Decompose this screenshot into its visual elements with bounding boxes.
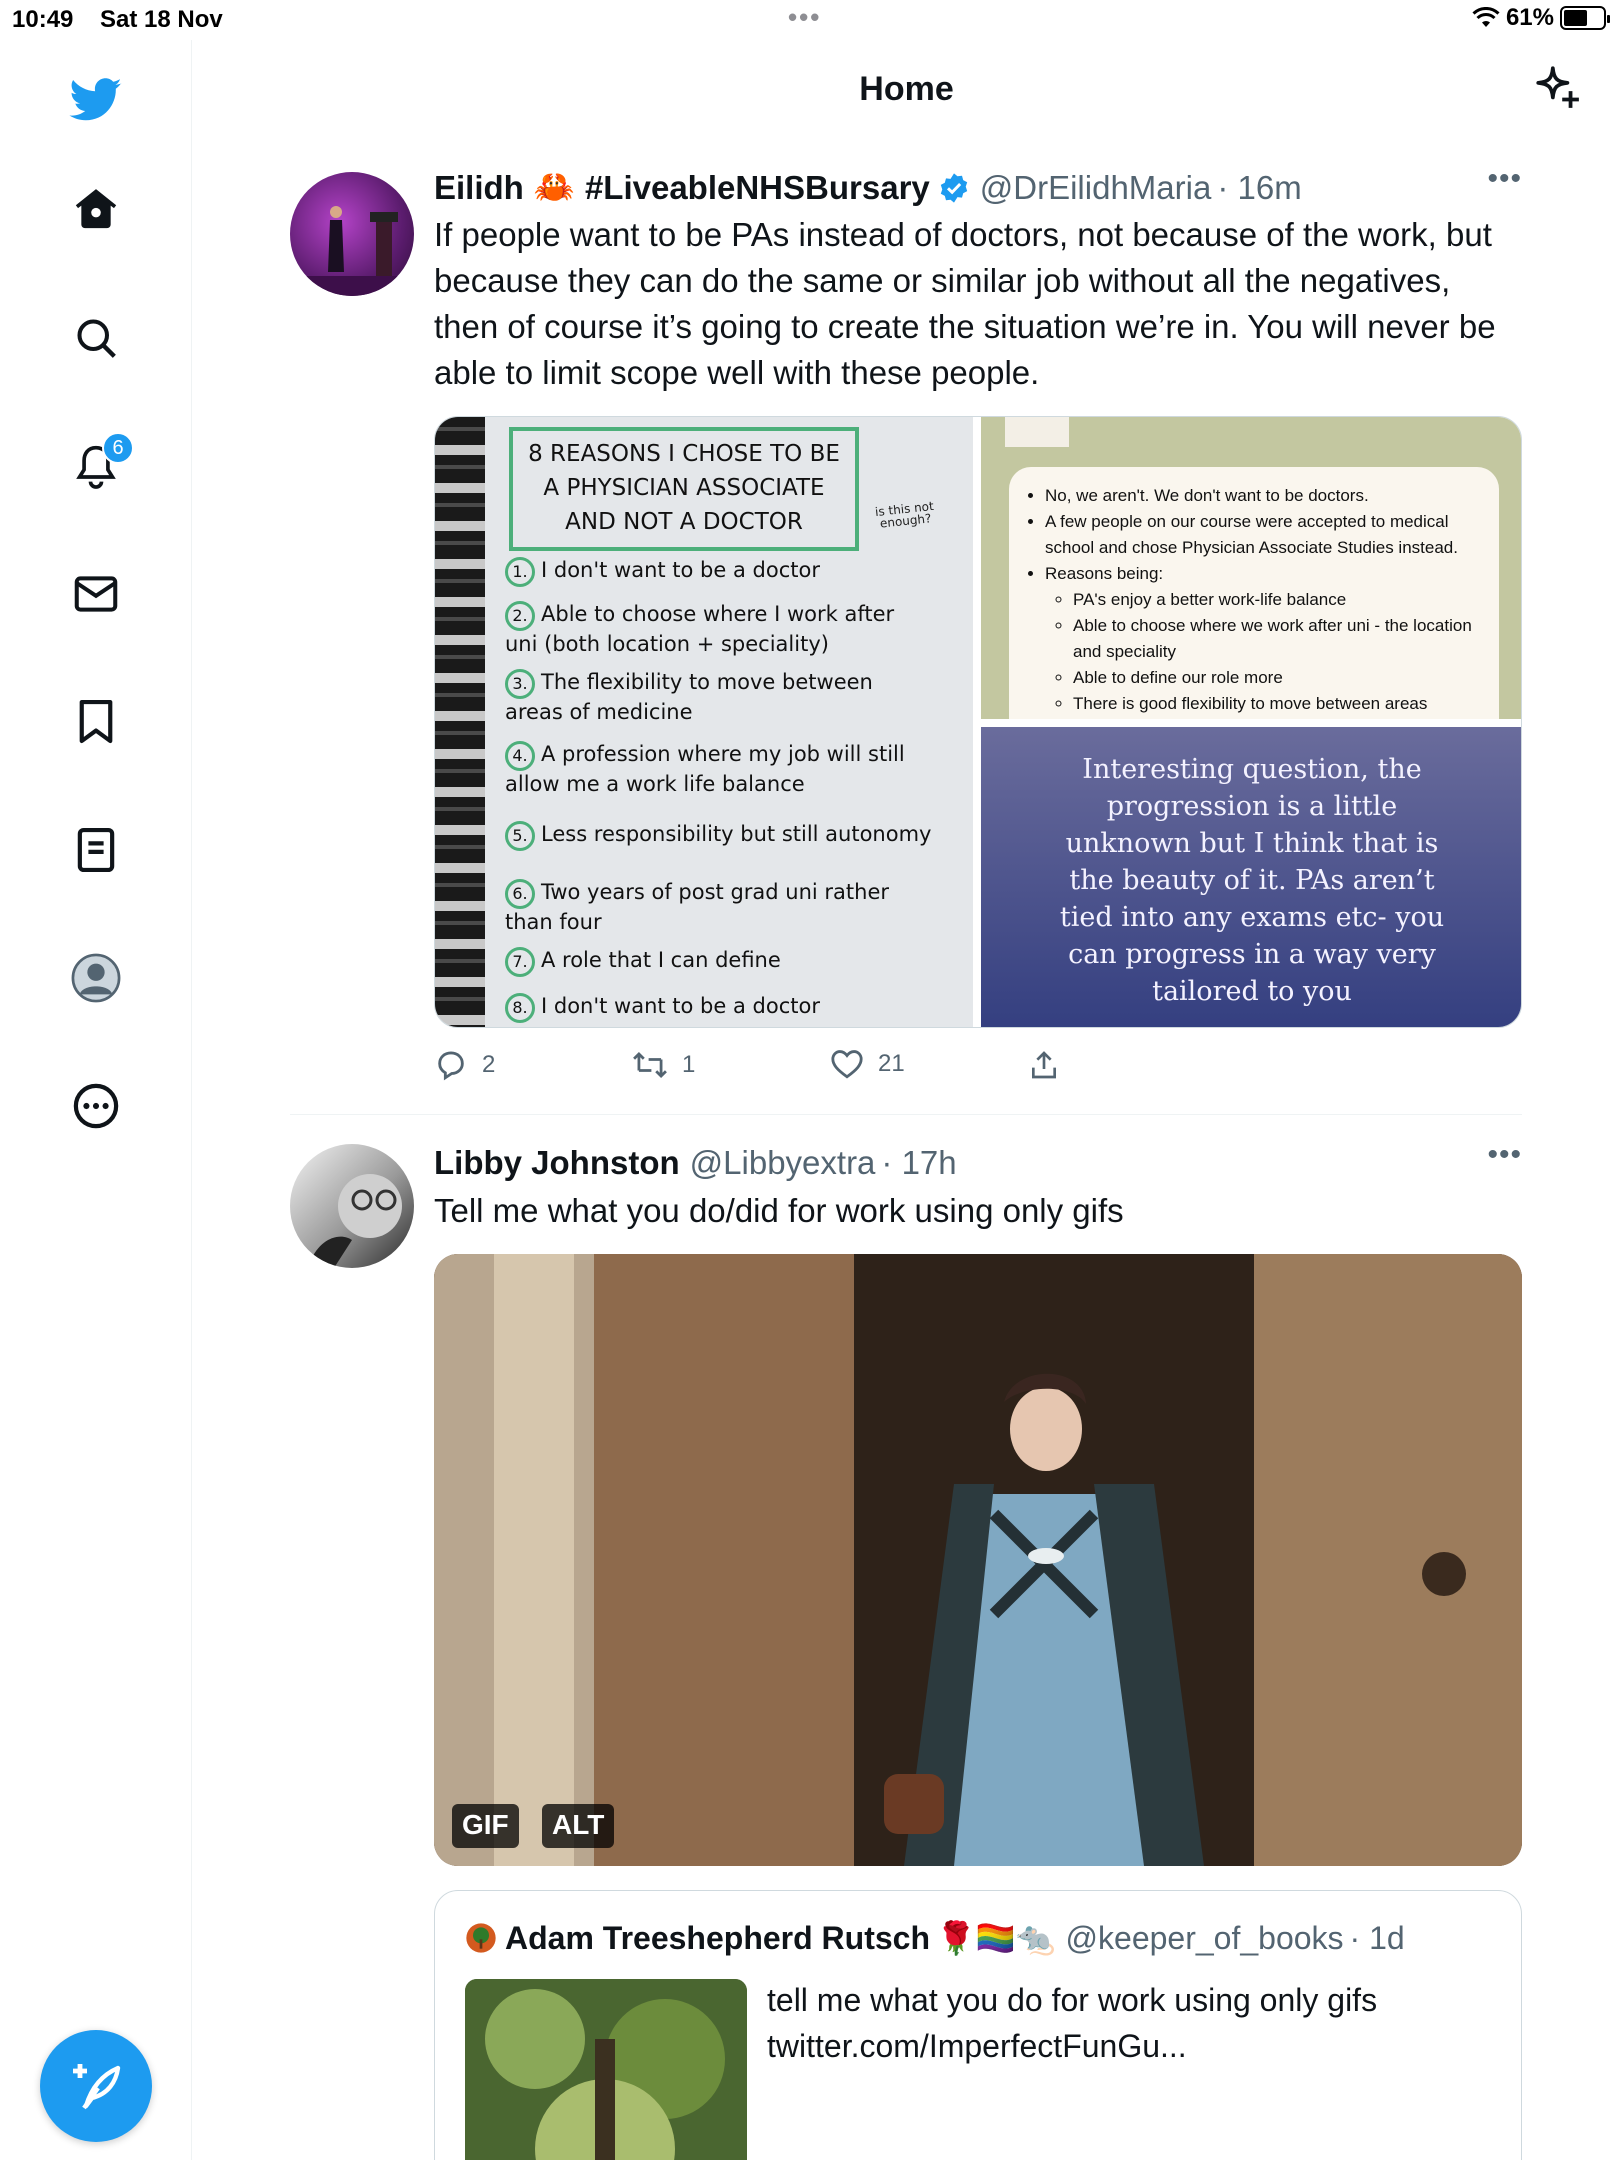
tweet-media-grid[interactable]: 8 REASONS I CHOSE TO BE A PHYSICIAN ASSO… — [434, 416, 1522, 1028]
notifications-bell-icon[interactable]: 6 — [66, 432, 134, 496]
tweet-header: Libby Johnston @Libbyextra · 17h — [434, 1144, 957, 1182]
quote-image[interactable]: Interesting question, the progression is… — [981, 727, 1521, 1027]
quoted-tweet-header: Adam Treeshepherd Rutsch 🌹🏳️‍🌈🐀 @keeper_… — [465, 1919, 1405, 1957]
card-bullet: A few people on our course were accepted… — [1045, 509, 1481, 561]
verified-badge-icon — [940, 172, 967, 203]
quoted-author-name[interactable]: Adam Treeshepherd Rutsch — [505, 1920, 930, 1957]
tweet-time[interactable]: · 17h — [881, 1144, 956, 1182]
search-icon[interactable] — [66, 308, 126, 368]
notebook-item: 8. I don't want to be a doctor — [505, 993, 925, 1023]
alt-text-button[interactable]: ALT — [542, 1804, 615, 1848]
compose-feather-icon — [73, 2064, 121, 2110]
multitasking-dots-icon[interactable]: ••• — [788, 2, 821, 33]
crab-emoji: 🦀 — [533, 168, 575, 205]
status-right: 61% — [1472, 4, 1610, 32]
gif-frame-image — [434, 1254, 1522, 1866]
reply-button[interactable]: 2 — [434, 1048, 495, 1082]
notebook-item: 3. The flexibility to move between areas … — [505, 669, 873, 724]
tree-avatar-icon — [466, 1923, 496, 1953]
notebook-image[interactable]: 8 REASONS I CHOSE TO BE A PHYSICIAN ASSO… — [435, 417, 973, 1027]
notebook-item: 4. A profession where my job will still a… — [505, 741, 905, 796]
notebook-item: 7. A role that I can define — [505, 947, 925, 977]
profile-icon[interactable] — [66, 948, 126, 1008]
card-bullet: No, we aren't. We don't want to be docto… — [1045, 483, 1481, 509]
card-bullet: Reasons being: PA's enjoy a better work-… — [1045, 561, 1481, 717]
tweet[interactable]: Libby Johnston @Libbyextra · 17h ••• Tel… — [290, 1138, 1522, 2160]
notebook-title-line: A PHYSICIAN ASSOCIATE — [543, 475, 825, 501]
tweet-actions: 2 1 21 — [434, 1048, 1522, 1088]
notebook-title: 8 REASONS I CHOSE TO BE A PHYSICIAN ASSO… — [509, 427, 859, 551]
notifications-badge: 6 — [102, 432, 134, 464]
battery-icon — [1560, 6, 1610, 30]
quote-image-text: Interesting question, the progression is… — [1059, 754, 1445, 1007]
tweet-divider — [290, 1114, 1522, 1115]
card-sub-bullet: There is good flexibility to move betwee… — [1073, 691, 1481, 717]
wifi-icon — [1472, 7, 1500, 27]
retweet-button[interactable]: 1 — [632, 1048, 695, 1082]
quoted-author-emojis: 🌹🏳️‍🌈🐀 — [936, 1920, 1056, 1956]
reply-icon — [438, 1051, 464, 1081]
notebook-item: 1. I don't want to be a doctor — [505, 557, 905, 587]
lists-icon[interactable] — [66, 820, 126, 880]
tweet-header: Eilidh 🦀 #LiveableNHSBursary @DrEilidhMa… — [434, 168, 1302, 207]
instagram-screenshot-image[interactable]: No, we aren't. We don't want to be docto… — [981, 417, 1521, 719]
home-icon[interactable] — [66, 178, 126, 238]
tweet-text: Tell me what you do/did for work using o… — [434, 1192, 1124, 1229]
status-time: 10:49 — [12, 6, 74, 33]
notebook-title-line: AND NOT A DOCTOR — [565, 509, 803, 535]
quoted-tweet-text: tell me what you do for work using only … — [767, 1977, 1497, 2069]
tweet[interactable]: Eilidh 🦀 #LiveableNHSBursary @DrEilidhMa… — [290, 162, 1522, 1108]
avatar[interactable] — [290, 172, 414, 296]
more-circle-icon[interactable] — [66, 1076, 126, 1136]
notebook-item: 5. Less responsibility but still autonomy — [505, 821, 955, 851]
quoted-tweet-time[interactable]: · 1d — [1350, 1920, 1405, 1957]
bird-logo-icon[interactable] — [66, 70, 126, 130]
timeline-header: Home — [193, 40, 1620, 140]
share-icon — [1032, 1051, 1056, 1079]
quoted-author-handle[interactable]: @keeper_of_books — [1066, 1920, 1344, 1957]
quoted-tweet[interactable]: Adam Treeshepherd Rutsch 🌹🏳️‍🌈🐀 @keeper_… — [434, 1890, 1522, 2160]
gif-badge: GIF — [452, 1804, 519, 1848]
author-handle[interactable]: @Libbyextra — [690, 1144, 876, 1182]
instagram-answer-card: No, we aren't. We don't want to be docto… — [1009, 467, 1499, 719]
page-title: Home — [859, 70, 954, 108]
status-date: Sat 18 Nov — [100, 6, 223, 33]
notebook-spiral — [435, 417, 485, 1027]
heart-icon — [831, 1050, 863, 1079]
notebook-side-note: is this not enough? — [874, 499, 935, 531]
author-name[interactable]: Libby Johnston — [434, 1144, 680, 1182]
notebook-item: 6. Two years of post grad uni rather than… — [505, 879, 890, 934]
sidebar-nav: 6 — [0, 40, 192, 2160]
author-handle[interactable]: @DrEilidhMaria — [980, 169, 1212, 207]
avatar[interactable] — [290, 1144, 414, 1268]
gif-media[interactable]: GIF ALT — [434, 1254, 1522, 1866]
like-count: 21 — [878, 1050, 905, 1077]
bookmark-icon[interactable] — [66, 692, 126, 752]
messages-envelope-icon[interactable] — [66, 564, 126, 624]
card-sub-bullet: Able to choose where we work after uni -… — [1073, 613, 1481, 665]
like-button[interactable]: 21 — [830, 1048, 905, 1080]
more-options-icon[interactable]: ••• — [1487, 162, 1522, 196]
quoted-tweet-line: tell me what you do for work using only … — [767, 1982, 1378, 2018]
author-name-tag[interactable]: #LiveableNHSBursary — [585, 169, 930, 207]
retweet-count: 1 — [682, 1051, 696, 1078]
quoted-tweet-link[interactable]: twitter.com/ImperfectFunGu... — [767, 2023, 1497, 2069]
card-sub-bullet: PA's enjoy a better work-life balance — [1073, 587, 1481, 613]
card-sub-bullet: Able to define our role more — [1073, 665, 1481, 691]
tweet-time[interactable]: · 16m — [1217, 169, 1301, 207]
compose-button[interactable] — [40, 2030, 152, 2142]
status-bar: 10:49 Sat 18 Nov ••• 61% — [0, 0, 1620, 40]
quoted-tweet-thumbnail[interactable] — [465, 1979, 747, 2160]
tweet-text: If people want to be PAs instead of doct… — [434, 216, 1496, 391]
notebook-item: 2. Able to choose where I work after uni … — [505, 601, 895, 656]
card-edge-decoration — [1005, 417, 1069, 447]
author-name[interactable]: Eilidh — [434, 169, 524, 207]
more-options-icon[interactable]: ••• — [1487, 1138, 1522, 1172]
sparkle-icon[interactable] — [1532, 62, 1582, 117]
retweet-icon — [633, 1051, 667, 1079]
battery-percent: 61% — [1505, 4, 1554, 31]
notebook-title-line: 8 REASONS I CHOSE TO BE — [528, 441, 840, 467]
share-button[interactable] — [1028, 1048, 1060, 1082]
reply-count: 2 — [482, 1051, 496, 1078]
